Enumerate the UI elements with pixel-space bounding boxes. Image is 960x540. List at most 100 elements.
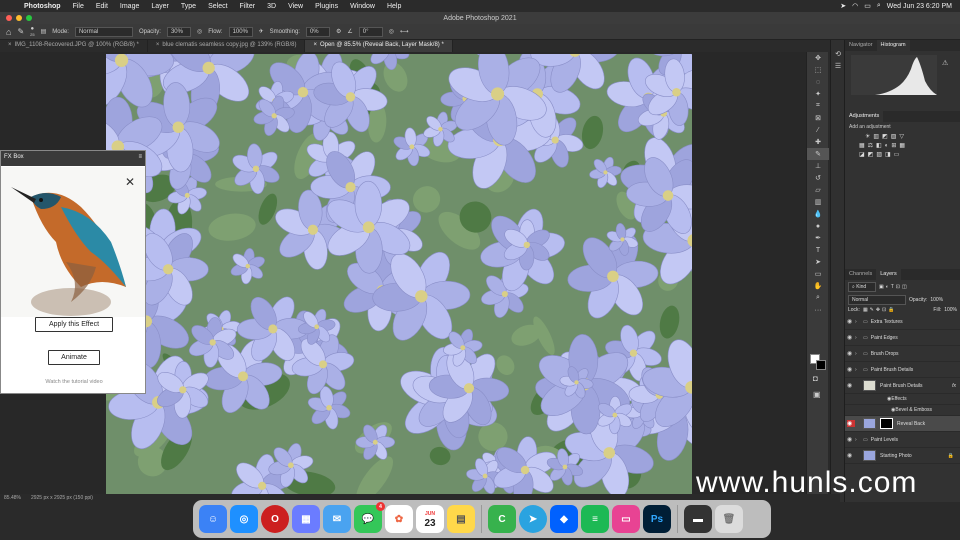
symmetry-icon[interactable]: ⟷ <box>400 28 409 35</box>
quick-select-tool-icon[interactable]: ✦ <box>807 88 829 100</box>
document-info[interactable]: 2925 px x 2925 px (150 ppi) <box>31 495 93 501</box>
tab-img-1108[interactable]: × IMG_1108-Recovered.JPG @ 100% (RGB/8) * <box>0 40 148 52</box>
screen-mode-icon[interactable]: ▣ <box>813 390 821 399</box>
layer-row[interactable]: ◉ Reveal Back <box>845 416 960 432</box>
layer-row[interactable]: ◉ › ▭ Paint Levels <box>845 432 960 448</box>
menu-edit[interactable]: Edit <box>90 3 114 10</box>
flow-field[interactable]: 100% <box>228 26 253 37</box>
wifi-icon[interactable]: ◠ <box>852 2 858 10</box>
tab-adjustments[interactable]: Adjustments <box>845 111 884 122</box>
zoom-tool-icon[interactable]: ⌕ <box>807 292 829 304</box>
notes-icon[interactable]: ▤ <box>447 505 475 533</box>
opera-icon[interactable]: O <box>261 505 289 533</box>
crop-tool-icon[interactable]: ⌗ <box>807 100 829 112</box>
menu-help[interactable]: Help <box>381 3 407 10</box>
layer-row[interactable]: ◉ Starting Photo 🔒 <box>845 448 960 464</box>
terminal-icon[interactable]: ▬ <box>684 505 712 533</box>
clock[interactable]: Wed Jun 23 6:20 PM <box>887 3 952 10</box>
lasso-tool-icon[interactable]: ◌ <box>807 76 829 88</box>
brush-settings-icon[interactable]: ▤ <box>41 28 47 35</box>
layer-filter-icons[interactable]: ▣◐T⊡◫ <box>879 284 909 290</box>
zoom-window-button[interactable] <box>26 15 32 21</box>
background-color-swatch[interactable] <box>816 360 826 370</box>
chevron-right-icon[interactable]: › <box>855 367 863 373</box>
tutorial-link[interactable]: Watch the tutorial video <box>1 379 147 385</box>
home-icon[interactable]: ⌂ <box>6 27 11 37</box>
brush-tool-icon[interactable]: ✎ <box>17 27 24 36</box>
menu-image[interactable]: Image <box>114 3 145 10</box>
tab-histogram[interactable]: Histogram <box>876 40 910 51</box>
eye-icon[interactable]: ◉ <box>847 420 855 427</box>
eye-icon[interactable]: ◉ <box>847 334 855 341</box>
tab-open[interactable]: × Open @ 85.5% (Reveal Back, Layer Mask/8… <box>305 40 453 52</box>
photos-icon[interactable]: ✿ <box>385 505 413 533</box>
layer-mask-thumbnail[interactable] <box>880 418 893 429</box>
telegram-icon[interactable]: ➤ <box>519 505 547 533</box>
blend-mode-select[interactable]: Normal <box>848 295 906 305</box>
photoshop-icon[interactable]: Ps <box>643 505 671 533</box>
layer-row[interactable]: ◉ › ▭ Extra Textures <box>845 314 960 330</box>
mode-select[interactable]: Normal <box>74 26 133 37</box>
safari-icon[interactable]: ◎ <box>230 505 258 533</box>
opacity-field[interactable]: 30% <box>166 26 191 37</box>
eye-icon[interactable]: ◉ <box>847 452 855 459</box>
menu-type[interactable]: Type <box>175 3 202 10</box>
path-select-tool-icon[interactable]: ➤ <box>807 256 829 268</box>
trash-icon[interactable]: 🗑 <box>715 505 743 533</box>
location-icon[interactable]: ➤ <box>840 2 846 10</box>
type-tool-icon[interactable]: T <box>807 244 829 256</box>
shape-tool-icon[interactable]: ▭ <box>807 268 829 280</box>
menu-filter[interactable]: Filter <box>234 3 262 10</box>
chevron-right-icon[interactable]: › <box>855 437 863 443</box>
apply-effect-button[interactable]: Apply this Effect <box>35 317 113 332</box>
close-icon[interactable]: × <box>313 42 317 50</box>
lock-icons[interactable]: ▦✎✥⊡🔒 <box>863 307 897 313</box>
healing-tool-icon[interactable]: ✚ <box>807 136 829 148</box>
animate-button[interactable]: Animate <box>48 350 100 365</box>
mail-icon[interactable]: ✉ <box>323 505 351 533</box>
menu-app-name[interactable]: Photoshop <box>18 3 67 10</box>
blur-tool-icon[interactable]: 💧 <box>807 208 829 220</box>
pressure-size-icon[interactable]: ◎ <box>389 28 394 35</box>
tab-channels[interactable]: Channels <box>845 269 876 280</box>
menu-view[interactable]: View <box>282 3 309 10</box>
gradient-tool-icon[interactable]: ▥ <box>807 196 829 208</box>
menu-file[interactable]: File <box>67 3 90 10</box>
close-icon[interactable]: × <box>8 42 12 50</box>
dropbox-icon[interactable]: ◆ <box>550 505 578 533</box>
finder-icon[interactable]: ☺ <box>199 505 227 533</box>
more-tools-icon[interactable]: ··· <box>807 304 829 316</box>
history-panel-icon[interactable]: ⟲ <box>831 48 845 60</box>
chevron-right-icon[interactable]: › <box>855 335 863 341</box>
eraser-tool-icon[interactable]: ▱ <box>807 184 829 196</box>
facetime-icon[interactable]: C <box>488 505 516 533</box>
layer-row[interactable]: ◉ › ▭ Paint Brush Details <box>845 362 960 378</box>
tab-layers[interactable]: Layers <box>876 269 901 280</box>
layer-kind-filter[interactable]: ⌕ Kind <box>848 282 876 292</box>
quick-mask-icon[interactable]: ◘ <box>813 374 818 383</box>
brush-preset-picker[interactable]: ● 25 <box>30 26 34 37</box>
hand-tool-icon[interactable]: ✋ <box>807 280 829 292</box>
history-brush-icon[interactable]: ↺ <box>807 172 829 184</box>
eye-icon[interactable]: ◉ <box>847 350 855 357</box>
layer-row[interactable]: ◉ Bevel & Emboss <box>845 405 960 416</box>
tab-blue-clematis[interactable]: × blue clematis seamless copy.jpg @ 139% … <box>148 40 306 52</box>
smoothing-field[interactable]: 0% <box>305 26 330 37</box>
pressure-opacity-icon[interactable]: ◎ <box>197 28 202 35</box>
move-tool-icon[interactable]: ✥ <box>807 52 829 64</box>
close-icon[interactable]: × <box>156 42 160 50</box>
layer-row[interactable]: ◉ › ▭ Paint Edges <box>845 330 960 346</box>
tab-navigator[interactable]: Navigator <box>845 40 877 51</box>
angle-field[interactable]: 0° <box>358 26 383 37</box>
properties-panel-icon[interactable]: ☰ <box>831 60 845 72</box>
adjustment-icons-row-2[interactable]: ▦⚖◧◐⊞▦ <box>845 141 960 150</box>
battery-icon[interactable]: ▭ <box>864 2 871 10</box>
eye-icon[interactable]: ◉ <box>847 318 855 325</box>
menu-select[interactable]: Select <box>202 3 233 10</box>
eye-icon[interactable]: ◉ <box>847 366 855 373</box>
menu-layer[interactable]: Layer <box>145 3 175 10</box>
eye-icon[interactable]: ◉ <box>847 382 855 389</box>
search-icon[interactable]: ⌕ <box>877 2 881 10</box>
close-icon[interactable]: ✕ <box>125 175 135 189</box>
layer-row[interactable]: ◉ Effects <box>845 394 960 405</box>
